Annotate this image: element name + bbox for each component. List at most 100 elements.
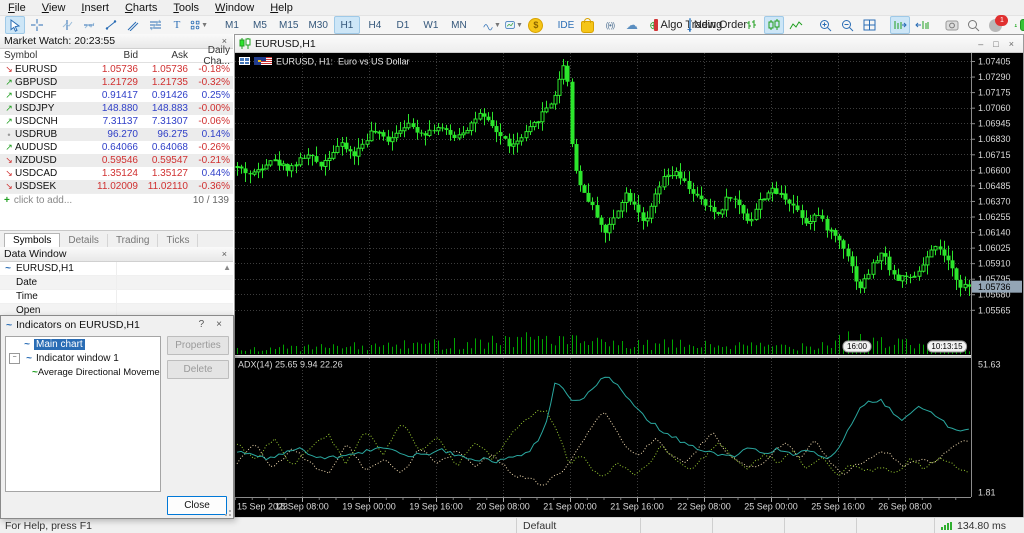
symbol-row-eurusd[interactable]: ↘ EURUSD 1.05736 1.05736 -0.18% — [0, 63, 233, 76]
timeframe-m30-button[interactable]: M30 — [304, 16, 331, 34]
menu-item-window[interactable]: Window — [207, 1, 262, 15]
zoom-in-button[interactable] — [816, 16, 836, 34]
timeframe-m1-button[interactable]: M1 — [219, 16, 245, 34]
bid-value: 0.91417 — [101, 90, 138, 101]
market-button[interactable] — [578, 16, 598, 34]
crosshair-tool-button[interactable] — [27, 16, 47, 34]
timeframe-h1-button[interactable]: H1 — [333, 16, 360, 34]
fibonacci-tool-button[interactable] — [145, 16, 165, 34]
timeframe-m5-button[interactable]: M5 — [247, 16, 273, 34]
trendline-tool-button[interactable] — [101, 16, 121, 34]
symbol-row-usdcnh[interactable]: ↗ USDCNH 7.31137 7.31307 -0.06% — [0, 115, 233, 128]
candle-chart-mode-button[interactable] — [763, 16, 784, 34]
tree-item-label: Main chart — [34, 338, 85, 350]
deposit-button[interactable]: $ — [526, 16, 546, 34]
market-watch-header-row[interactable]: Symbol Bid Ask Daily Cha... — [0, 45, 233, 67]
data-window-titlebar[interactable]: Data Window × — [0, 247, 233, 262]
auto-scroll-button[interactable] — [912, 16, 932, 34]
status-profile[interactable]: Default — [516, 518, 640, 533]
signals-button[interactable]: ((•)) — [600, 16, 620, 34]
chart-line-icon: ~ — [5, 263, 11, 274]
connection-status-button[interactable] — [1013, 16, 1024, 34]
symbol-row-gbpusd[interactable]: ↗ GBPUSD 1.21729 1.21735 -0.32% — [0, 76, 233, 89]
zoom-out-button[interactable] — [838, 16, 858, 34]
symbol-row-audusd[interactable]: ↗ AUDUSD 0.64066 0.64068 -0.26% — [0, 141, 233, 154]
objects-gallery-button[interactable]: ▼ — [189, 16, 209, 34]
symbol-row-usdjpy[interactable]: ↗ USDJPY 148.880 148.883 -0.00% — [0, 102, 233, 115]
tree-item-adx[interactable]: ~ Average Directional Movement Index — [6, 365, 160, 379]
bid-value: 1.05736 — [101, 64, 138, 75]
scroll-up-icon[interactable]: ▲ — [223, 263, 231, 272]
channel-tool-button[interactable] — [123, 16, 143, 34]
chart-shot-button[interactable] — [942, 16, 962, 34]
indicators-button[interactable]: ▼ — [482, 16, 502, 34]
line-chart-mode-button[interactable] — [786, 16, 806, 34]
symbol-row-usdsek[interactable]: ↘ USDSEK 11.02009 11.02110 -0.36% — [0, 180, 233, 193]
tab-ticks[interactable]: Ticks — [158, 234, 199, 247]
search-button[interactable] — [964, 16, 984, 34]
vps-button[interactable]: ☁ — [622, 16, 642, 34]
timeframe-m15-button[interactable]: M15 — [275, 16, 302, 34]
menu-item-view[interactable]: View — [34, 1, 74, 15]
delete-button[interactable]: Delete — [167, 360, 229, 379]
symbol-row-usdchf[interactable]: ↗ USDCHF 0.91417 0.91426 0.25% — [0, 89, 233, 102]
tree-item-indicator-window[interactable]: − ~ Indicator window 1 — [6, 351, 160, 365]
market-watch-add-row[interactable]: + click to add... 10 / 139 — [0, 193, 233, 207]
resize-grip[interactable] — [224, 509, 232, 517]
indicators-dialog-titlebar[interactable]: ~ Indicators on EURUSD,H1 ? × — [1, 316, 233, 333]
menu-item-tools[interactable]: Tools — [165, 1, 207, 15]
cursor-tool-button[interactable] — [5, 16, 25, 34]
close-window-button[interactable]: × — [1004, 39, 1019, 49]
indicators-dialog-title: Indicators on EURUSD,H1 — [16, 318, 140, 331]
chart-window-titlebar[interactable]: EURUSD,H1 – □ × — [235, 35, 1023, 53]
chart-canvas[interactable] — [235, 53, 1023, 518]
horizontal-line-tool-button[interactable] — [79, 16, 99, 34]
timeframe-mn-button[interactable]: MN — [446, 16, 472, 34]
bar-chart-mode-button[interactable] — [742, 16, 762, 34]
dialog-close-icon[interactable]: × — [210, 319, 228, 330]
symbol-row-usdcad[interactable]: ↘ USDCAD 1.35124 1.35127 0.44% — [0, 167, 233, 180]
shift-end-button[interactable] — [889, 16, 910, 34]
column-header[interactable]: Symbol — [0, 50, 86, 61]
column-header[interactable]: Ask — [138, 50, 188, 61]
menu-item-insert[interactable]: Insert — [73, 1, 117, 15]
collapse-icon[interactable]: − — [9, 352, 20, 364]
status-latency-cell[interactable]: 134.80 ms — [934, 518, 1024, 533]
indicators-tree[interactable]: ~ Main chart − ~ Indicator window 1 ~ Av… — [5, 336, 161, 492]
objects-window-button[interactable]: ▼ — [504, 16, 524, 34]
minimize-button[interactable]: – — [973, 39, 988, 49]
tab-details[interactable]: Details — [60, 234, 108, 247]
data-window-row[interactable]: ~ EURUSD,H1 — [0, 262, 233, 276]
timeframe-d1-button[interactable]: D1 — [390, 16, 416, 34]
symbol-row-nzdusd[interactable]: ↘ NZDUSD 0.59546 0.59547 -0.21% — [0, 154, 233, 167]
ask-value: 1.35127 — [151, 168, 188, 179]
maximize-button[interactable]: □ — [988, 39, 1003, 49]
new-order-label: New Order — [693, 19, 747, 31]
new-order-button[interactable]: New Order — [687, 16, 747, 34]
vertical-line-tool-button[interactable] — [57, 16, 77, 34]
timeframe-h4-button[interactable]: H4 — [362, 16, 388, 34]
notifications-button[interactable]: 1 — [986, 14, 1009, 34]
tree-item-main-chart[interactable]: ~ Main chart — [6, 337, 160, 351]
status-cell — [640, 518, 712, 533]
dialog-help-button[interactable]: ? — [193, 319, 211, 330]
data-window-close-icon[interactable]: × — [220, 249, 229, 259]
properties-button[interactable]: Properties — [167, 336, 229, 355]
menu-item-charts[interactable]: Charts — [117, 1, 165, 15]
close-button[interactable]: Close — [167, 495, 227, 515]
column-header[interactable]: Bid — [86, 50, 138, 61]
ide-button[interactable]: IDE — [556, 16, 576, 34]
daily-change-value: 0.25% — [201, 90, 230, 101]
status-cell — [712, 518, 784, 533]
tab-trading[interactable]: Trading — [108, 234, 159, 247]
tab-symbols[interactable]: Symbols — [4, 233, 61, 248]
data-window-row[interactable]: Time — [0, 290, 233, 304]
symbol-row-usdrub[interactable]: • USDRUB 96.270 96.275 0.14% — [0, 128, 233, 141]
menu-item-help[interactable]: Help — [262, 1, 301, 15]
timeframe-w1-button[interactable]: W1 — [418, 16, 444, 34]
chart-window-title: EURUSD,H1 — [255, 37, 316, 50]
data-window-row[interactable]: Date — [0, 276, 233, 290]
text-tool-button[interactable]: T — [167, 16, 187, 34]
menu-item-file[interactable]: File — [0, 1, 34, 15]
tile-windows-button[interactable] — [860, 16, 880, 34]
